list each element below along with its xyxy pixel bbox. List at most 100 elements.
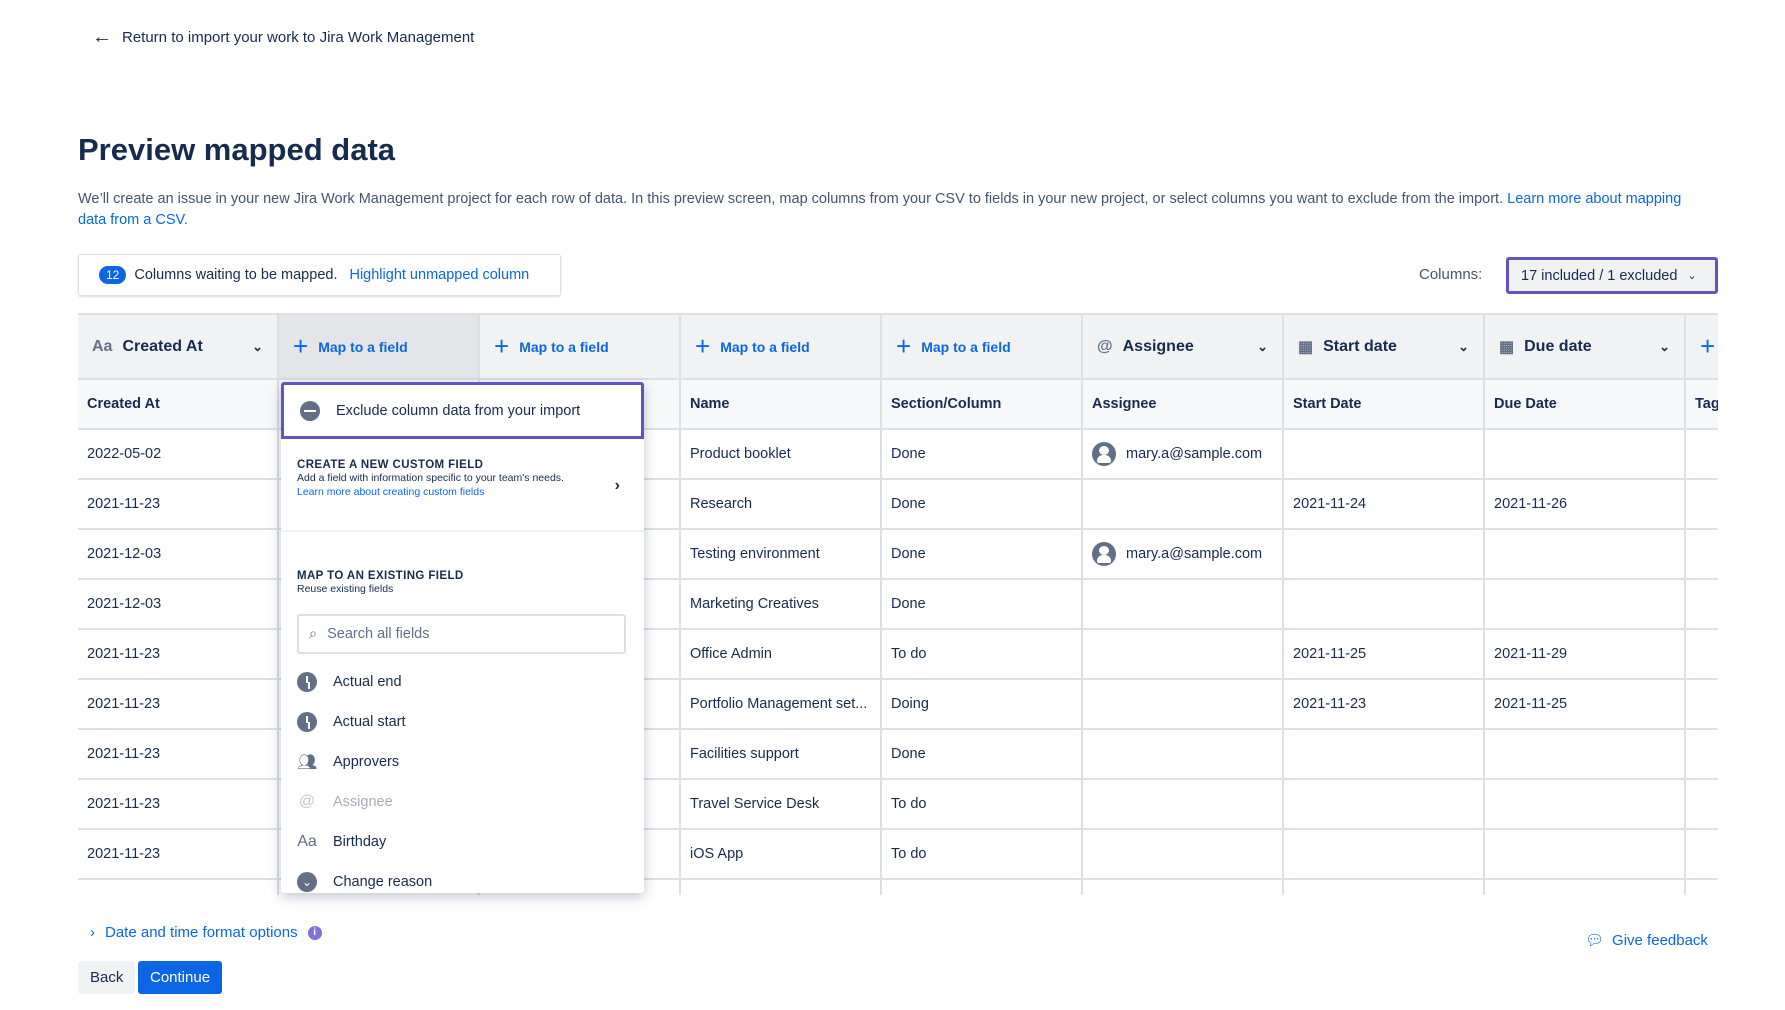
field-option-label: Actual start [333, 714, 406, 730]
cell-value: 2021-11-25 [1293, 646, 1367, 662]
table-cell [1284, 580, 1485, 630]
cell-value: Doing [891, 696, 929, 712]
cell-value: Done [891, 546, 926, 562]
field-option-approvers[interactable]: 👥︎ Approvers [297, 742, 626, 782]
cell-value: Facilities support [690, 746, 799, 762]
field-option-actual-end[interactable]: Actual end [297, 662, 626, 702]
cell-value: 2021-12-03 [87, 546, 162, 562]
table-cell: 2021-11-23 [78, 730, 279, 780]
cell-value: Testing environment [690, 546, 820, 562]
custom-field-learn-more-link[interactable]: Learn more about creating custom fields [297, 485, 567, 499]
plus-icon: + [293, 331, 309, 361]
map-to-field-label: Map to a field [519, 338, 609, 355]
table-cell: 2021-11-23 [78, 680, 279, 730]
chevron-down-icon[interactable]: ⌄ [1659, 339, 1670, 355]
column-mapping-0[interactable]: Aa Created At ⌄ [78, 315, 279, 380]
column-mapping-1[interactable]: + Map to a field [279, 315, 480, 380]
column-mapping-7[interactable]: ▦ Due date ⌄ [1485, 315, 1686, 380]
table-cell: Testing environment [681, 530, 882, 580]
table-cell [882, 880, 1083, 895]
table-cell: Done [882, 430, 1083, 480]
cell-value: mary.a@sample.com [1126, 546, 1263, 562]
table-cell: 2022-05-02 [78, 430, 279, 480]
highlight-unmapped-link[interactable]: Highlight unmapped column [349, 267, 529, 283]
table-cell [1485, 780, 1686, 830]
table-cell: mary.a@sample.com [1083, 530, 1284, 580]
columns-dropdown[interactable]: 17 included / 1 excluded ⌄ [1506, 257, 1718, 294]
feedback-label: Give feedback [1612, 931, 1708, 949]
cell-value: 2021-11-23 [87, 696, 161, 712]
table-cell [1485, 580, 1686, 630]
column-mapping-6[interactable]: ▦ Start date ⌄ [1284, 315, 1485, 380]
text-icon: Aa [92, 337, 113, 355]
description-text: We’ll create an issue in your new Jira W… [78, 191, 1504, 207]
table-cell [1083, 780, 1284, 830]
table-cell [1284, 730, 1485, 780]
return-link[interactable]: ← Return to import your work to Jira Wor… [92, 26, 474, 49]
table-cell: To do [882, 830, 1083, 880]
cell-value: 2021-11-29 [1494, 646, 1568, 662]
table-cell [1686, 780, 1718, 830]
avatar-icon [1092, 542, 1116, 566]
table-cell [1686, 880, 1718, 895]
map-to-field-label: Map to a field [720, 338, 810, 355]
map-to-field-label: Map to a field [318, 338, 408, 355]
mapped-field-label: Created At [122, 337, 203, 355]
chevron-down-icon[interactable]: ⌄ [1458, 339, 1469, 355]
avatar-icon [1092, 442, 1116, 466]
column-mapping-5[interactable]: @ Assignee ⌄ [1083, 315, 1284, 380]
existing-field-description: Reuse existing fields [297, 583, 394, 595]
columns-dropdown-value: 17 included / 1 excluded [1521, 267, 1678, 284]
table-cell [1485, 830, 1686, 880]
add-column-icon[interactable]: + [1700, 331, 1715, 362]
table-cell [1686, 580, 1718, 630]
column-mapping-2[interactable]: + Map to a field [480, 315, 681, 380]
cell-value: Marketing Creatives [690, 596, 819, 612]
csv-column-header: Due Date [1485, 380, 1686, 430]
table-cell [78, 880, 279, 895]
give-feedback-link[interactable]: 💬︎ Give feedback [1585, 931, 1708, 950]
search-fields-input[interactable]: ⌕ Search all fields [297, 614, 626, 654]
cell-value: iOS App [690, 846, 744, 862]
chevron-down-icon[interactable]: ⌄ [1257, 339, 1268, 355]
table-cell: 2021-11-23 [78, 480, 279, 530]
field-option-label: Birthday [333, 834, 387, 850]
people-icon: 👥︎ [297, 754, 318, 771]
table-cell: 2021-12-03 [78, 580, 279, 630]
at-icon: @ [1097, 337, 1113, 355]
date-time-format-toggle[interactable]: › Date and time format options i [90, 924, 322, 941]
table-cell [681, 880, 882, 895]
column-mapping-8[interactable]: + [1686, 315, 1718, 380]
table-cell [1485, 530, 1686, 580]
cell-value: Done [891, 746, 926, 762]
field-option-label: Change reason [333, 874, 433, 890]
cell-value: 2021-11-24 [1293, 496, 1367, 512]
cell-value: To do [891, 796, 927, 812]
back-button[interactable]: Back [78, 961, 136, 994]
info-icon[interactable]: i [307, 925, 322, 940]
table-cell [1284, 530, 1485, 580]
cell-value: 2021-11-23 [87, 646, 161, 662]
field-option-actual-start[interactable]: Actual start [297, 702, 626, 742]
column-mapping-3[interactable]: + Map to a field [681, 315, 882, 380]
cell-value: 2022-05-02 [87, 446, 162, 462]
page-description: We’ll create an issue in your new Jira W… [78, 189, 1708, 231]
column-mapping-4[interactable]: + Map to a field [882, 315, 1083, 380]
calendar-icon: ▦ [1298, 338, 1314, 356]
continue-button[interactable]: Continue [138, 961, 223, 994]
table-cell: 2021-11-23 [1284, 680, 1485, 730]
field-option-change-reason[interactable]: ⌄ Change reason [297, 862, 626, 893]
arrow-left-icon: ← [92, 26, 112, 48]
table-cell [1686, 430, 1718, 480]
table-cell: Office Admin [681, 630, 882, 680]
mapped-header-row: Aa Created At ⌄ + Map to a field + Map to a fi… [78, 315, 1718, 380]
cell-value: 2021-11-25 [1494, 696, 1568, 712]
chevron-down-icon[interactable]: ⌄ [252, 339, 263, 355]
cell-value: Done [891, 446, 926, 462]
exclude-column-option[interactable]: Exclude column data from your import [281, 382, 644, 439]
table-cell: 2021-11-23 [78, 780, 279, 830]
clock-icon [297, 712, 317, 732]
unmapped-count-badge: 12 [99, 266, 127, 284]
create-custom-field-option[interactable]: CREATE A NEW CUSTOM FIELD Add a field wi… [281, 439, 644, 532]
field-option-birthday[interactable]: Aa Birthday [297, 822, 626, 862]
